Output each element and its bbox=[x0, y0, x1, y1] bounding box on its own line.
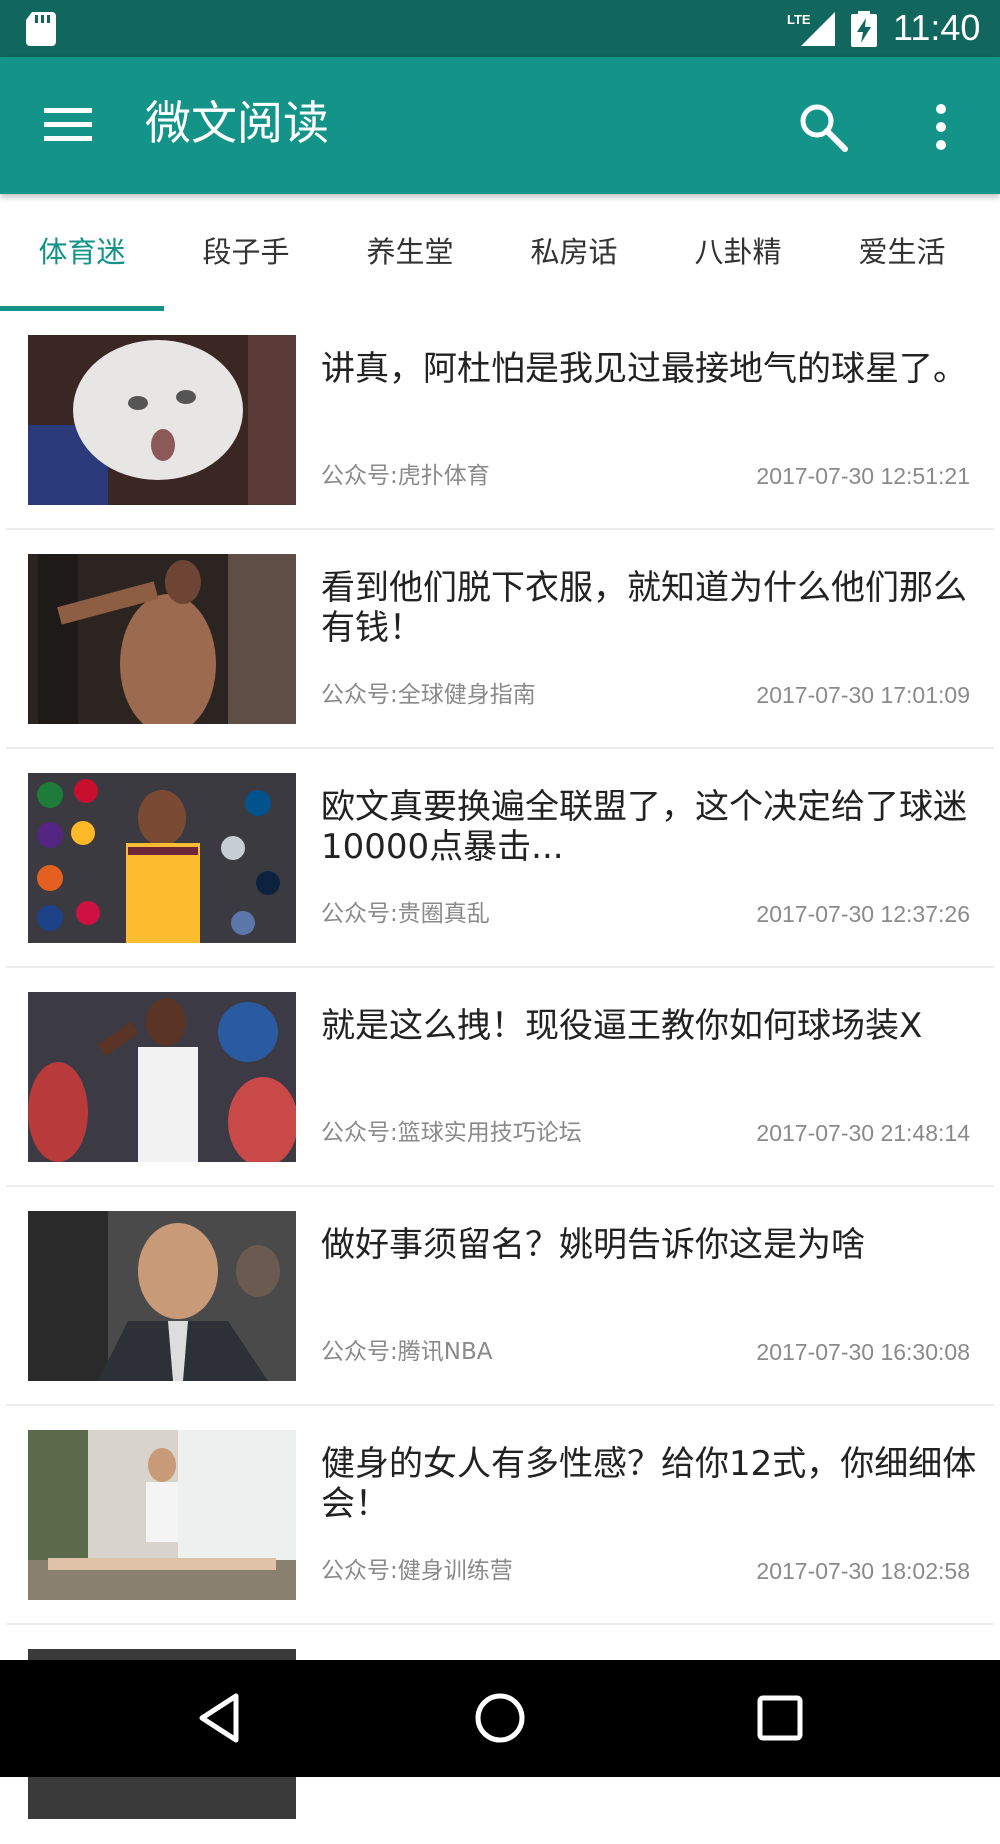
list-item[interactable]: 欧文真要换遍全联盟了，这个决定给了球迷10000点暴击... 公众号:贵圈真乱 … bbox=[0, 749, 1000, 968]
article-time: 2017-07-30 12:51:21 bbox=[756, 463, 970, 489]
article-title: 讲真，阿杜怕是我见过最接地气的球星了。 bbox=[321, 349, 967, 389]
status-bar: LTE 11:40 bbox=[0, 0, 1000, 57]
article-source: 公众号:贵圈真乱 bbox=[321, 901, 490, 927]
article-thumbnail bbox=[28, 554, 296, 724]
recent-apps-icon[interactable] bbox=[752, 1690, 808, 1746]
battery-charging-icon bbox=[851, 11, 877, 47]
more-options-icon[interactable] bbox=[924, 103, 958, 151]
list-item[interactable]: 看到他们脱下衣服，就知道为什么他们那么有钱！ 公众号:全球健身指南 2017-0… bbox=[0, 530, 1000, 749]
article-source: 公众号:虎扑体育 bbox=[321, 463, 490, 489]
home-icon[interactable] bbox=[472, 1690, 528, 1746]
app-bar: 微文阅读 bbox=[0, 57, 1000, 194]
app-title: 微文阅读 bbox=[145, 96, 329, 150]
back-icon[interactable] bbox=[192, 1690, 248, 1746]
system-navigation-bar bbox=[0, 1660, 1000, 1777]
article-thumbnail bbox=[28, 1211, 296, 1381]
article-title: 做好事须留名？姚明告诉你这是为啥 bbox=[321, 1225, 865, 1265]
tab-sports[interactable]: 体育迷 bbox=[0, 194, 164, 311]
article-title: 就是这么拽！现役逼王教你如何球场装X bbox=[321, 1006, 923, 1046]
search-icon[interactable] bbox=[797, 101, 849, 153]
article-time: 2017-07-30 17:01:09 bbox=[756, 682, 970, 708]
article-source: 公众号:全球健身指南 bbox=[321, 682, 536, 708]
menu-icon[interactable] bbox=[44, 106, 92, 144]
list-item[interactable]: 做好事须留名？姚明告诉你这是为啥 公众号:腾讯NBA 2017-07-30 16… bbox=[0, 1187, 1000, 1406]
article-thumbnail bbox=[28, 773, 296, 943]
article-source: 公众号:健身训练营 bbox=[321, 1558, 513, 1584]
tab-lifestyle[interactable]: 爱生活 bbox=[820, 194, 984, 311]
clock: 11:40 bbox=[893, 7, 981, 48]
network-label: LTE bbox=[787, 12, 811, 27]
article-time: 2017-07-30 16:30:08 bbox=[756, 1339, 970, 1365]
article-time: 2017-07-30 21:48:14 bbox=[756, 1120, 970, 1146]
article-source: 公众号:腾讯NBA bbox=[321, 1339, 493, 1365]
list-item[interactable]: 就是这么拽！现役逼王教你如何球场装X 公众号:篮球实用技巧论坛 2017-07-… bbox=[0, 968, 1000, 1187]
article-time: 2017-07-30 12:37:26 bbox=[756, 901, 970, 927]
sd-card-icon bbox=[26, 12, 56, 46]
article-thumbnail bbox=[28, 1430, 296, 1600]
article-title: 欧文真要换遍全联盟了，这个决定给了球迷10000点暴击... bbox=[321, 787, 967, 867]
category-tabs: 体育迷 段子手 养生堂 私房话 八卦精 爱生活 bbox=[0, 194, 1000, 311]
article-title: 看到他们脱下衣服，就知道为什么他们那么有钱！ bbox=[321, 568, 967, 648]
article-source: 公众号:篮球实用技巧论坛 bbox=[321, 1120, 582, 1146]
tab-private-talk[interactable]: 私房话 bbox=[492, 194, 656, 311]
tab-jokes[interactable]: 段子手 bbox=[164, 194, 328, 311]
list-item[interactable]: 健身的女人有多性感？给你12式，你细细体会！ 公众号:健身训练营 2017-07… bbox=[0, 1406, 1000, 1625]
article-thumbnail bbox=[28, 335, 296, 505]
signal-icon: LTE bbox=[787, 12, 835, 46]
article-time: 2017-07-30 18:02:58 bbox=[756, 1558, 970, 1584]
article-thumbnail bbox=[28, 992, 296, 1162]
tab-health[interactable]: 养生堂 bbox=[328, 194, 492, 311]
article-title: 健身的女人有多性感？给你12式，你细细体会！ bbox=[321, 1444, 977, 1524]
tab-gossip[interactable]: 八卦精 bbox=[656, 194, 820, 311]
list-item[interactable]: 讲真，阿杜怕是我见过最接地气的球星了。 公众号:虎扑体育 2017-07-30 … bbox=[0, 311, 1000, 530]
